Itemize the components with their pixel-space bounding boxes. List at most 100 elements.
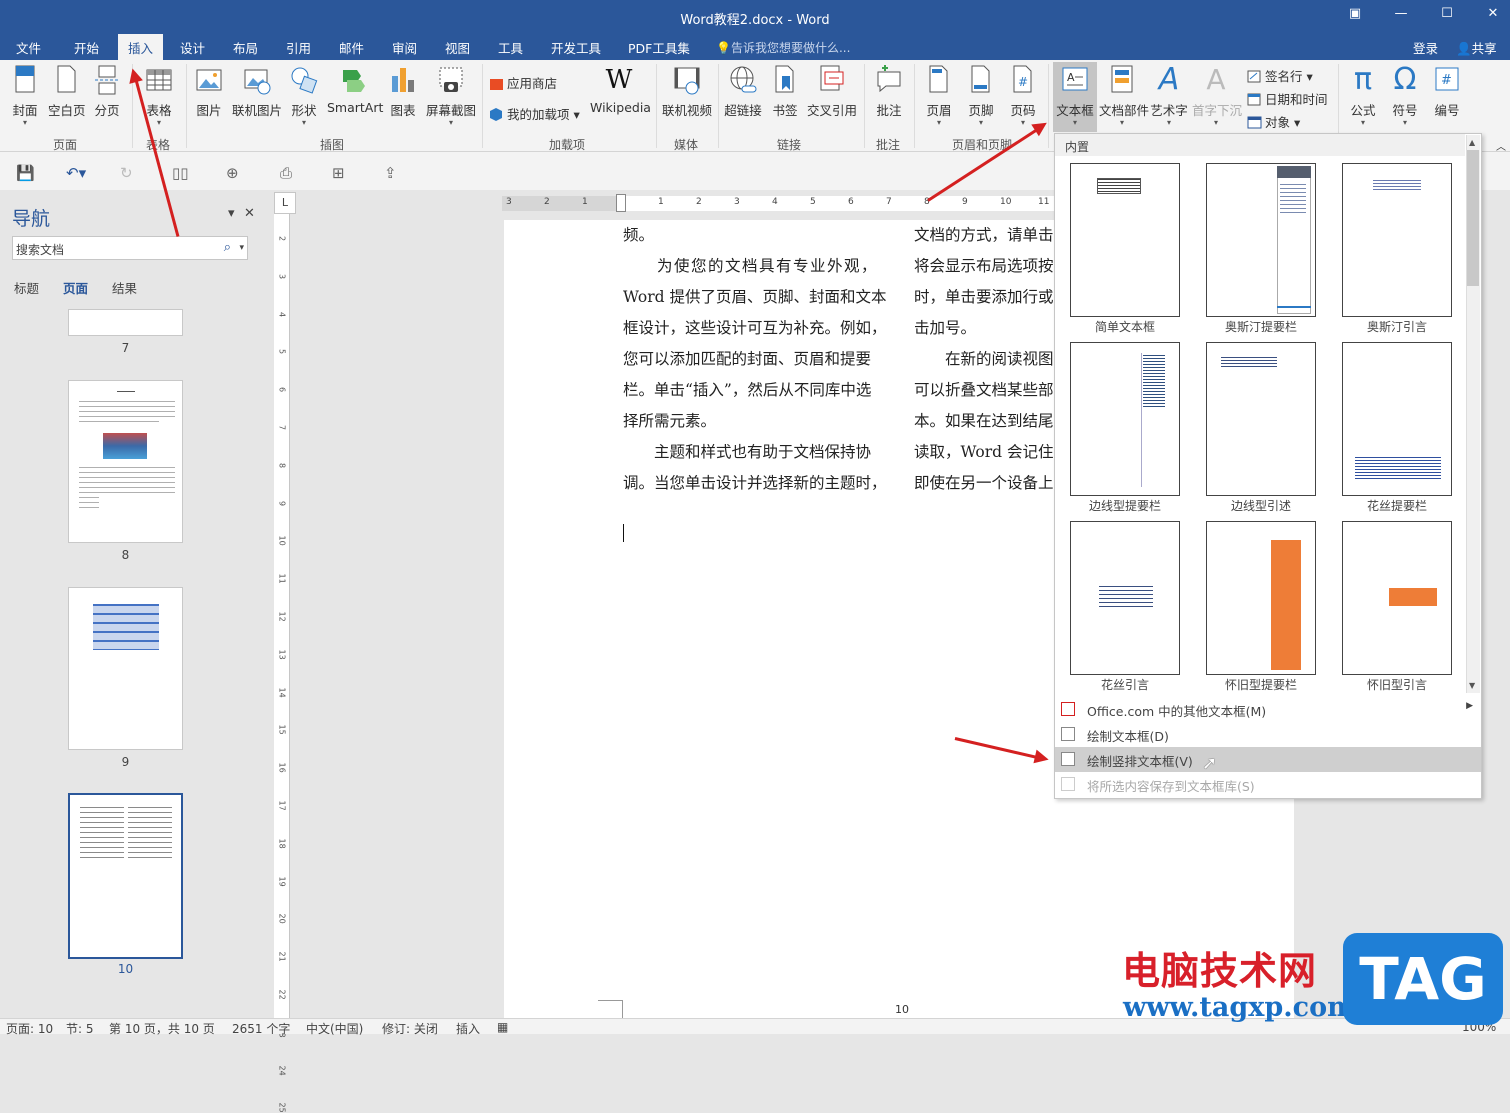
bookmark-button[interactable]: 书签: [770, 64, 800, 119]
tab-file[interactable]: 文件: [16, 38, 41, 57]
screenshot-button[interactable]: 屏幕截图 ▾: [426, 64, 476, 127]
tab-references[interactable]: 引用: [286, 38, 311, 57]
gallery-austin-quote[interactable]: [1342, 163, 1452, 317]
symbol-button[interactable]: Ω 符号 ▾: [1388, 64, 1422, 127]
header-button[interactable]: 页眉 ▾: [922, 64, 956, 127]
gallery-sideline-sidebar[interactable]: [1070, 342, 1180, 496]
read-mode-icon[interactable]: ▯▯: [172, 164, 189, 182]
online-video-button[interactable]: 联机视频: [662, 64, 712, 119]
numbering-button[interactable]: # 编号: [1430, 64, 1464, 119]
page-break-button[interactable]: 分页: [92, 64, 122, 119]
print-preview-icon[interactable]: ⎙: [280, 164, 292, 182]
web-layout-icon[interactable]: ⊕: [226, 164, 239, 182]
tab-design[interactable]: 设计: [180, 38, 205, 57]
cross-reference-button[interactable]: 交叉引用: [807, 64, 857, 119]
nav-tab-results[interactable]: 结果: [112, 278, 137, 297]
maximize-button[interactable]: ☐: [1432, 6, 1462, 21]
gallery-filigree-quote[interactable]: [1070, 521, 1180, 675]
page-number-button[interactable]: # 页码 ▾: [1006, 64, 1040, 127]
object-button[interactable]: 对象 ▾: [1247, 112, 1300, 131]
wordart-button[interactable]: A 艺术字 ▾: [1150, 64, 1188, 127]
tab-tools[interactable]: 工具: [498, 38, 523, 57]
blank-page-button[interactable]: 空白页: [48, 64, 86, 119]
window-title: Word教程2.docx - Word: [680, 13, 830, 28]
scroll-down-icon[interactable]: ▼: [1469, 681, 1475, 690]
page-thumbnail-10[interactable]: [68, 793, 183, 959]
smartart-button[interactable]: SmartArt: [327, 64, 383, 115]
search-dropdown-icon[interactable]: ▾: [239, 243, 244, 253]
page-thumbnail-9[interactable]: [68, 587, 183, 750]
status-word-count[interactable]: 2651 个字: [232, 1020, 290, 1037]
status-track-changes[interactable]: 修订: 关闭: [382, 1020, 438, 1037]
gallery-scroll-thumb[interactable]: [1467, 150, 1479, 286]
tab-selector[interactable]: L: [274, 192, 296, 214]
shapes-button[interactable]: 形状 ▾: [289, 64, 319, 127]
status-insert-mode[interactable]: 插入: [456, 1020, 480, 1037]
close-button[interactable]: ✕: [1478, 6, 1508, 21]
comment-button[interactable]: 批注: [872, 64, 906, 119]
tab-developer[interactable]: 开发工具: [551, 38, 601, 57]
tab-view[interactable]: 视图: [445, 38, 470, 57]
minimize-button[interactable]: —: [1386, 6, 1416, 21]
nav-tab-pages[interactable]: 页面: [63, 278, 88, 297]
tell-me-box[interactable]: 💡告诉我您想要做什么...: [716, 39, 850, 56]
share-file-icon[interactable]: ⇪: [384, 164, 397, 182]
page-thumbnail-8[interactable]: [68, 380, 183, 543]
redo-icon[interactable]: ↻: [120, 164, 133, 182]
app-store-button[interactable]: 应用商店: [489, 73, 557, 92]
tab-insert[interactable]: 插入: [118, 34, 164, 60]
gallery-retro-quote[interactable]: [1342, 521, 1452, 675]
share-button[interactable]: 👤共享: [1456, 38, 1497, 57]
tab-mailings[interactable]: 邮件: [339, 38, 364, 57]
gallery-simple-textbox[interactable]: [1070, 163, 1180, 317]
signature-line-button[interactable]: 签名行 ▾: [1247, 66, 1313, 85]
online-picture-button[interactable]: 联机图片: [232, 64, 282, 119]
scroll-up-icon[interactable]: ▲: [1469, 138, 1475, 147]
save-icon[interactable]: 💾: [16, 164, 35, 182]
quick-parts-button[interactable]: 文档部件 ▾: [1099, 64, 1149, 127]
wikipedia-button[interactable]: W Wikipedia: [590, 64, 651, 115]
chart-button[interactable]: 图表: [388, 64, 418, 119]
gallery-retro-sidebar[interactable]: [1206, 521, 1316, 675]
my-addins-button[interactable]: 我的加载项 ▾: [489, 104, 580, 123]
drop-cap-button[interactable]: A 首字下沉 ▾: [1192, 64, 1242, 127]
pane-options-icon[interactable]: ▾: [228, 206, 235, 221]
status-page[interactable]: 页面: 10: [6, 1020, 53, 1037]
picture-icon: [196, 69, 222, 91]
save-to-gallery-item[interactable]: 将所选内容保存到文本框库(S): [1055, 772, 1481, 797]
indent-marker[interactable]: [616, 194, 626, 212]
equation-button[interactable]: π 公式 ▾: [1346, 64, 1380, 127]
cover-button[interactable]: 封面 ▾: [8, 64, 42, 127]
textbox-button[interactable]: A 文本框 ▾: [1053, 62, 1097, 132]
status-page-count[interactable]: 第 10 页，共 10 页: [109, 1020, 215, 1037]
footer-button[interactable]: 页脚 ▾: [964, 64, 998, 127]
draw-vertical-textbox-item[interactable]: 绘制竖排文本框(V): [1055, 747, 1481, 772]
tab-review[interactable]: 审阅: [392, 38, 417, 57]
pane-close-icon[interactable]: ✕: [244, 206, 255, 221]
macro-record-icon[interactable]: ▦: [497, 1020, 508, 1034]
undo-icon[interactable]: ↶▾: [66, 164, 86, 182]
search-document-input[interactable]: 搜索文档 ⌕ ▾: [12, 236, 248, 260]
horizontal-ruler[interactable]: 3 2 1 1 2 3 4 5 6 7 8 9 10 11: [502, 194, 1054, 212]
tab-home[interactable]: 开始: [74, 38, 99, 57]
gallery-sideline-quote[interactable]: [1206, 342, 1316, 496]
comment-label: 批注: [876, 103, 902, 118]
gallery-filigree-sidebar[interactable]: [1342, 342, 1452, 496]
draw-textbox-item[interactable]: 绘制文本框(D): [1055, 722, 1481, 747]
page-thumbnail-7[interactable]: [68, 309, 183, 336]
ribbon-display-icon[interactable]: ▣: [1340, 6, 1370, 21]
status-language[interactable]: 中文(中国): [306, 1020, 363, 1037]
login-link[interactable]: 登录: [1413, 38, 1438, 57]
more-textboxes-office-item[interactable]: Office.com 中的其他文本框(M) ▶: [1055, 697, 1481, 722]
nav-tab-headings[interactable]: 标题: [14, 278, 39, 297]
gallery-austin-sidebar[interactable]: [1206, 163, 1316, 317]
tab-pdf-tools[interactable]: PDF工具集: [628, 38, 690, 57]
collapse-ribbon-icon[interactable]: ︿: [1496, 138, 1506, 153]
date-time-button[interactable]: 日期和时间: [1247, 89, 1328, 108]
search-icon[interactable]: ⌕: [224, 240, 231, 255]
status-section[interactable]: 节: 5: [66, 1020, 94, 1037]
tab-layout[interactable]: 布局: [233, 38, 258, 57]
picture-button[interactable]: 图片: [194, 64, 224, 119]
attach-icon[interactable]: ⊞: [332, 164, 345, 182]
hyperlink-button[interactable]: 超链接: [724, 64, 762, 119]
